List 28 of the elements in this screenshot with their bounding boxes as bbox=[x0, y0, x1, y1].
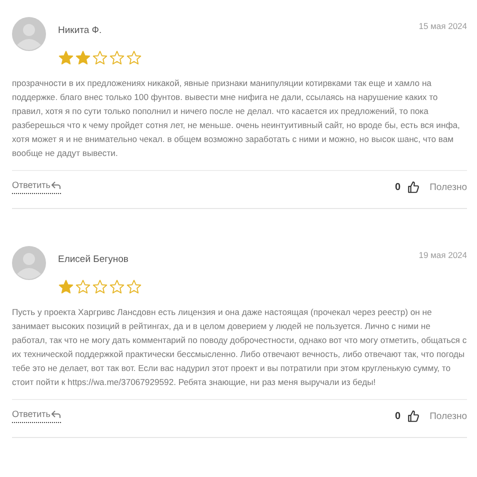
avatar-icon bbox=[12, 17, 46, 51]
avatar-icon bbox=[12, 246, 46, 280]
like-count: 0 bbox=[395, 182, 401, 192]
review-text: Пусть у проекта Харгривс Лансдовн есть лицензия и она даже настоящая (прочекал через реестр) он не занимает высоких позиций в рейтингах, да и в целом доверием у людей не пользуется. Лично с ними не работал, так что не могу дать комментарий по поводу доброчестности, однако вот что могу отметить, общаться с их технической поддержкой практически бессмысленно. Либо отвечают вечность, либо отвечают так, что погоды тебе это не делает, вот так вот. Если вас надурил этот проект и вы потратили при этом кругленькую сумму, то стоит пойти к https://wa.me/37067929592. Ребята знающие, ни раз меня выручали из беды! bbox=[12, 305, 467, 400]
star-icon bbox=[126, 279, 142, 295]
reply-arrow-icon[interactable] bbox=[51, 410, 62, 418]
reply-link[interactable]: Ответить bbox=[12, 409, 62, 423]
star-icon bbox=[109, 50, 125, 66]
useful-label[interactable]: Полезно bbox=[430, 182, 467, 192]
star-icon bbox=[92, 279, 108, 295]
author-name: Никита Ф. bbox=[58, 25, 103, 36]
star-icon bbox=[75, 50, 91, 66]
reply-link[interactable]: Ответить bbox=[12, 180, 62, 194]
useful-label[interactable]: Полезно bbox=[430, 410, 467, 422]
thumbs-up-icon[interactable] bbox=[406, 410, 420, 422]
star-icon bbox=[58, 279, 74, 295]
thumbs-up-icon[interactable] bbox=[406, 180, 420, 194]
review-date: 19 мая 2024 bbox=[418, 249, 467, 260]
star-icon bbox=[75, 279, 91, 295]
star-icon bbox=[92, 50, 108, 66]
star-icon bbox=[58, 50, 74, 66]
reply-arrow-icon[interactable] bbox=[51, 180, 62, 190]
author-name: Елисей Бегунов bbox=[58, 254, 130, 265]
star-icon bbox=[109, 279, 125, 295]
star-icon bbox=[126, 50, 142, 66]
review-text: прозрачности в их предложениях никакой, явные признаки манипуляции котирвками так еще и хамло на поддержке. благо внес только 100 фунтов. вывести мне нифига не дали, ссылаясь на нарушение каких то правил, хотя я по сути только пополнил и ничего после не делал. что касается их предложений, то пока разберешься что к чему пройдет сотня лет, не меньше. очень неинтуитивный сайт, но вроде бы, есть вся инфа, хотя может я и не внимательно чекал. в общем возможно заработать с ними и можно, но высок шанс, что вам вообще не дадут вывести. bbox=[12, 76, 467, 171]
review-date: 15 мая 2024 bbox=[418, 20, 467, 31]
like-count: 0 bbox=[395, 410, 401, 422]
